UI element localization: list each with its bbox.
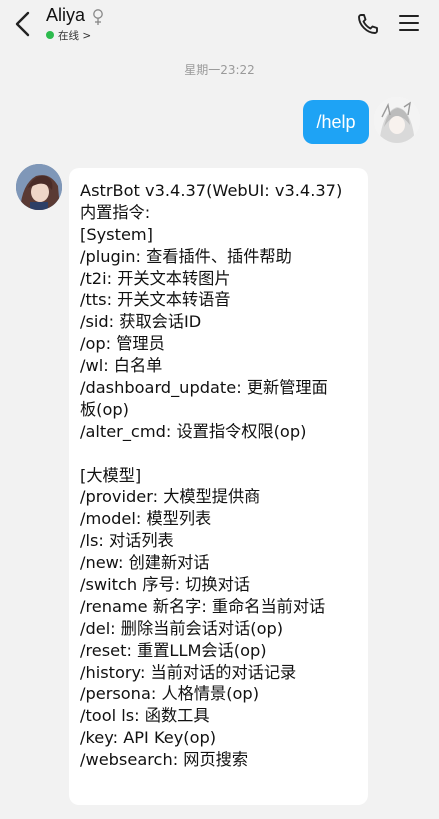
message-line: /del: 删除当前会话对话(op) [80, 618, 284, 638]
message-line: /sid: 获取会话ID [80, 312, 202, 332]
message-line: /op: 管理员 [80, 334, 165, 354]
phone-call-button[interactable] [356, 12, 380, 36]
message-line: /tool ls: 函数工具 [80, 706, 210, 726]
message-line: /ls: 对话列表 [80, 531, 174, 551]
chat-header: Aliya 在线 > [0, 0, 439, 48]
message-line: AstrBot v3.4.37(WebUI: v3.4.37) [80, 181, 343, 200]
message-line: /history: 当前对话的对话记录 [80, 662, 297, 682]
message-line: /alter_cmd: 设置指令权限(op) [80, 421, 307, 441]
online-status[interactable]: 在线 > [46, 28, 91, 42]
hamburger-menu-icon [399, 15, 419, 31]
self-avatar-image [374, 97, 420, 143]
back-button[interactable] [12, 10, 34, 38]
sent-message-bubble[interactable]: /help [303, 100, 369, 144]
contact-avatar[interactable] [16, 164, 62, 210]
status-text: 在线 > [58, 29, 92, 42]
message-line: /switch 序号: 切换对话 [80, 575, 250, 595]
message-timestamp: 星期一23:22 [184, 63, 255, 77]
female-symbol-icon [93, 9, 103, 25]
message-line: /reset: 重置LLM会话(op) [80, 640, 267, 660]
message-line: [System] [80, 224, 153, 244]
message-line: /t2i: 开关文本转图片 [80, 268, 231, 288]
message-line: 内置指令: [80, 202, 151, 222]
contact-name[interactable]: Aliya [46, 5, 85, 26]
more-menu-button[interactable] [398, 13, 420, 33]
message-line: /model: 模型列表 [80, 509, 212, 529]
chevron-left-icon [15, 11, 30, 37]
contact-avatar-image [16, 164, 62, 210]
message-line: /websearch: 网页搜索 [80, 750, 249, 770]
message-line: /persona: 人格情景(op) [80, 684, 260, 704]
message-line: /dashboard_update: 更新管理面 [80, 378, 328, 398]
message-line: 板(op) [80, 399, 129, 419]
received-message-bubble[interactable]: AstrBot v3.4.37(WebUI: v3.4.37) 内置指令: [S… [69, 168, 368, 805]
message-line: /provider: 大模型提供商 [80, 487, 261, 507]
message-line: /plugin: 查看插件、插件帮助 [80, 246, 292, 266]
message-line: /wl: 白名单 [80, 356, 163, 376]
online-dot-icon [46, 31, 54, 39]
message-line: /rename 新名字: 重命名当前对话 [80, 596, 326, 616]
message-line: /tts: 开关文本转语音 [80, 290, 231, 310]
message-line [80, 443, 358, 465]
message-line: /new: 创建新对话 [80, 553, 210, 573]
message-line: [大模型] [80, 465, 142, 485]
message-line: /key: API Key(op) [80, 728, 217, 748]
phone-icon [358, 14, 378, 34]
self-avatar[interactable] [374, 97, 420, 143]
